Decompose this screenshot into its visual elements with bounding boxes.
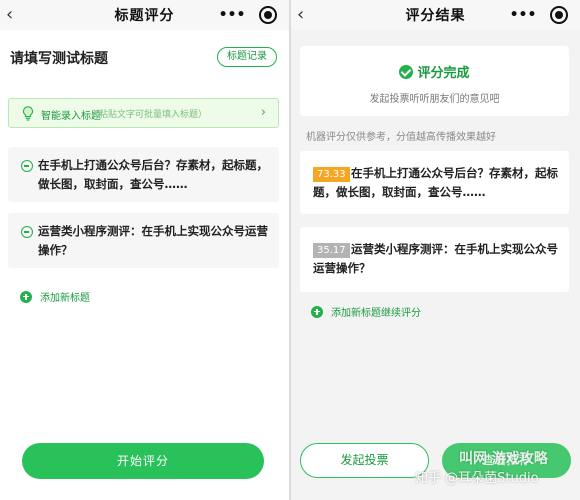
add-title-label: 添加新标题	[40, 293, 90, 304]
title-item: 运营类小程序测评：在手机上实现公众号运营操作？	[8, 213, 279, 268]
lightbulb-icon	[23, 106, 33, 121]
result-title: 运营类小程序测评：在手机上实现公众号运营操作？	[313, 242, 558, 275]
capsule-menu: •••	[504, 4, 574, 26]
completion-card: 评分完成 发起投票听听朋友们的意见吧	[300, 46, 569, 116]
add-more-label: 添加新标题继续评分	[331, 308, 421, 319]
completion-header: 评分完成	[300, 62, 569, 81]
result-title: 在手机上打通公众号后台？存素材，起标题，做长图，取封面，查公号……	[313, 166, 558, 199]
completion-subtitle: 发起投票听听朋友们的意见吧	[369, 94, 500, 105]
add-more-button[interactable]: 添加新标题继续评分	[311, 304, 421, 319]
disclaimer-note: 机器评分仅供参考，分值越高传播效果越好	[306, 132, 496, 143]
title-text[interactable]: 在手机上打通公众号后台？存素材，起标题，做长图，取封面，查公号……	[38, 156, 271, 194]
smart-entry-hint: （粘贴文字可批量填入标题）	[90, 110, 208, 120]
start-scoring-button[interactable]: 开始评分	[22, 443, 264, 479]
nav-bar: ‹ 标题评分 •••	[0, 0, 289, 30]
score-result-screen: ‹ 评分结果 ••• 评分完成 发起投票听听朋友们的意见吧 机器评分仅供参考，分…	[291, 0, 580, 500]
completion-title: 评分完成	[417, 66, 470, 81]
plus-circle-icon	[311, 305, 323, 318]
nav-bar: ‹ 评分结果 •••	[291, 0, 580, 30]
remove-circle-icon[interactable]	[21, 160, 33, 172]
title-history-button[interactable]: 标题记录	[217, 47, 277, 67]
title-text[interactable]: 运营类小程序测评：在手机上实现公众号运营操作？	[38, 222, 271, 260]
capsule-menu: •••	[213, 4, 283, 26]
check-circle-icon	[399, 64, 414, 79]
title-item: 在手机上打通公众号后台？存素材，起标题，做长图，取封面，查公号……	[8, 147, 279, 202]
add-title-button[interactable]: 添加新标题	[20, 289, 90, 304]
site-watermark: 叫网 游戏攻略	[459, 451, 548, 467]
remove-circle-icon[interactable]	[21, 226, 33, 238]
record-circle-icon[interactable]	[259, 6, 277, 24]
plus-circle-icon	[20, 290, 32, 303]
result-item: 73.33 在手机上打通公众号后台？存素材，起标题，做长图，取封面，查公号……	[300, 151, 569, 214]
more-menu-button[interactable]: •••	[213, 4, 251, 26]
start-vote-button[interactable]: 发起投票	[300, 443, 429, 478]
record-circle-icon[interactable]	[550, 6, 568, 24]
chevron-right-icon: ›	[260, 105, 266, 120]
smart-entry-bar[interactable]: 智能录入标题 （粘贴文字可批量填入标题） ›	[8, 98, 279, 128]
title-score-screen: ‹ 标题评分 ••• 请填写测试标题 标题记录 智能录入标题 （粘贴文字可批量填…	[0, 0, 289, 500]
more-menu-button[interactable]: •••	[504, 4, 542, 26]
section-title: 请填写测试标题	[10, 51, 108, 67]
zhihu-watermark: 知乎 @耳朵菌Studio	[415, 471, 539, 486]
result-item: 35.17 运营类小程序测评：在手机上实现公众号运营操作？	[300, 227, 569, 292]
